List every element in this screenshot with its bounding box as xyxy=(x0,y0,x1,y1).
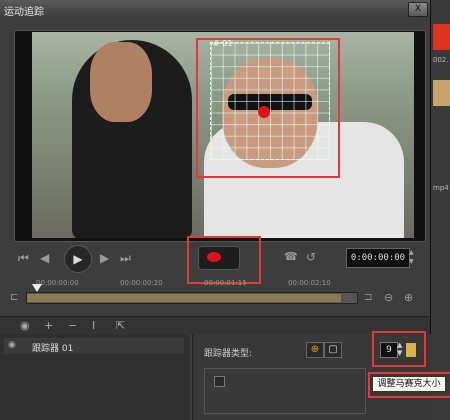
clip-end-icon[interactable]: ⊐ xyxy=(364,292,372,303)
thumbnail-label: 002. xyxy=(433,56,449,64)
timeline-ruler: 00:00:00:00 00:00:00:20 00:00:01:15 00:0… xyxy=(10,278,430,292)
window-title: 运动追踪 xyxy=(4,7,44,18)
ruler-tick: 00:00:00:20 xyxy=(120,279,163,287)
history-icon[interactable]: ↺ xyxy=(306,250,316,264)
add-tracker-icon[interactable]: + xyxy=(44,319,53,332)
play-button[interactable]: ▶ xyxy=(64,245,92,273)
ruler-tick: 00:00:01:15 xyxy=(204,279,247,287)
tracker-toolbar: ◉ + − I ⇱ xyxy=(0,316,430,335)
timecode-spinner[interactable]: ▲ ▼ xyxy=(409,248,419,266)
point-tracker-button[interactable]: ⊕ xyxy=(306,342,324,358)
tracker-label: # 01 xyxy=(213,39,233,48)
mosaic-grid[interactable] xyxy=(210,42,330,160)
remove-tracker-icon[interactable]: − xyxy=(68,319,77,332)
rename-tracker-icon[interactable]: I xyxy=(92,319,95,332)
thumbnail xyxy=(433,24,450,50)
tooltip: 调整马赛克大小 xyxy=(372,376,446,392)
record-icon xyxy=(207,252,221,262)
option-checkbox[interactable] xyxy=(214,376,225,387)
ruler-tick: 00:00:02:10 xyxy=(288,279,331,287)
zoom-out-icon[interactable]: ⊖ xyxy=(384,291,393,304)
mosaic-size-field[interactable]: 9 xyxy=(380,342,398,358)
clip-start-icon[interactable]: ⊏ xyxy=(10,292,18,303)
previous-frame-icon[interactable]: ◀ xyxy=(40,251,49,265)
timeline-bar[interactable] xyxy=(26,292,358,304)
tracker-type-label: 跟踪器类型: xyxy=(204,349,253,359)
tracking-point[interactable] xyxy=(258,106,270,118)
export-icon[interactable]: ⇱ xyxy=(116,319,125,332)
zoom-in-icon[interactable]: ⊕ xyxy=(404,291,413,304)
phone-icon[interactable]: ☎ xyxy=(284,250,298,263)
go-to-start-icon[interactable]: ⏮ xyxy=(18,251,29,266)
mosaic-size-spinner[interactable]: ▲ ▼ xyxy=(397,341,402,357)
next-frame-icon[interactable]: ▶ xyxy=(100,251,109,265)
playhead[interactable] xyxy=(32,284,42,292)
person-left-face xyxy=(90,42,152,122)
mosaic-size-slider-icon[interactable] xyxy=(405,342,417,358)
list-item[interactable]: ◉ 跟踪器 01 xyxy=(4,338,184,354)
title-bar: 运动追踪 X xyxy=(0,0,450,19)
eye-icon[interactable]: ◉ xyxy=(8,340,16,350)
tracker-name: 跟踪器 01 xyxy=(32,344,74,354)
thumbnail xyxy=(433,80,450,106)
close-button[interactable]: X xyxy=(408,2,428,17)
background-app-strip: 002. mp4 xyxy=(430,0,450,420)
ruler-tick: 00:00:00:00 xyxy=(36,279,79,287)
thumbnail-label: mp4 xyxy=(433,184,449,192)
visibility-icon[interactable]: ◉ xyxy=(20,319,30,332)
timeline-progress xyxy=(27,294,341,302)
timecode-display[interactable]: 0:00:00:00 xyxy=(346,248,410,268)
go-to-end-icon[interactable]: ⏭ xyxy=(120,251,131,266)
area-tracker-button[interactable]: ▢ xyxy=(324,342,342,358)
options-group xyxy=(204,368,366,414)
tracker-list: ◉ 跟踪器 01 xyxy=(0,334,190,420)
